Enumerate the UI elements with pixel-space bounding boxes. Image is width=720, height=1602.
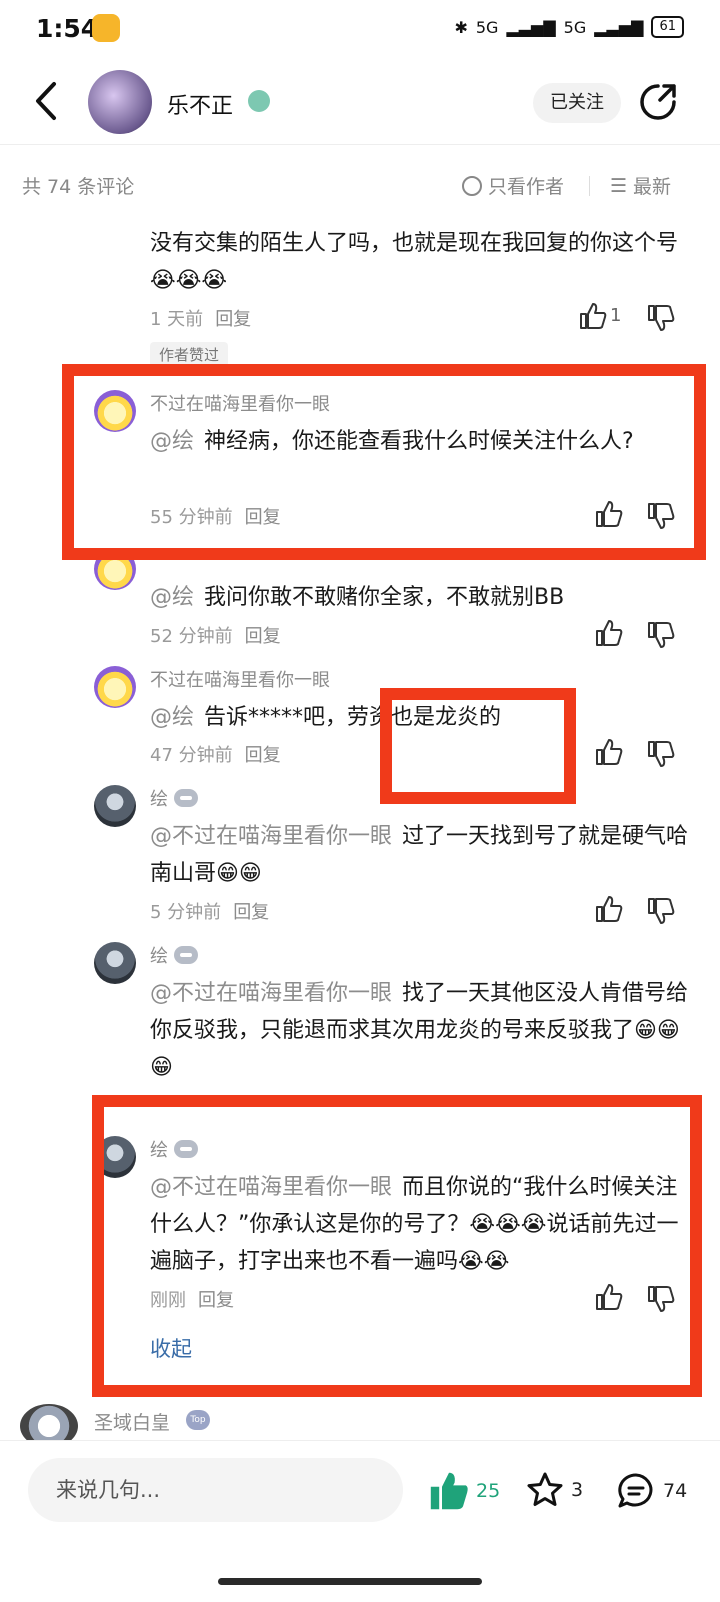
thumbs-down-icon[interactable] (646, 303, 676, 333)
mention-link[interactable]: @绘 (150, 585, 194, 610)
header-divider (0, 144, 720, 145)
avatar[interactable] (94, 666, 136, 708)
reply-time: 52 分钟前 (150, 626, 233, 647)
like-count: 1 (610, 305, 622, 326)
thumbs-up-icon[interactable] (578, 301, 608, 331)
battery-indicator: 61 (651, 16, 684, 38)
author-name[interactable]: 乐不正 (167, 88, 233, 120)
reply-username[interactable]: 绘 (150, 789, 168, 810)
thumbs-up-icon (430, 1472, 468, 1510)
author-only-toggle[interactable]: 只看作者 (462, 172, 564, 199)
app-notification-icon (92, 14, 120, 42)
comment-bubble-icon (618, 1473, 653, 1508)
annotation-box (92, 1095, 702, 1397)
mention-link[interactable]: @绘 (150, 705, 194, 730)
reply-item: 没有交集的陌生人了吗，也就是现在我回复的你这个号😭😭😭 1 天前 回复 1 (94, 225, 694, 355)
sort-lines-icon: ☰ (610, 174, 628, 197)
gamepad-icon (174, 946, 198, 964)
reply-meta: 5 分钟前 回复 (150, 898, 269, 924)
reply-button[interactable]: 回复 (215, 309, 251, 330)
avatar[interactable] (94, 942, 136, 984)
thumbs-up-icon[interactable] (594, 894, 624, 924)
author-avatar[interactable] (88, 70, 152, 134)
star-icon (527, 1472, 563, 1506)
signal-icon: 5G (475, 17, 499, 37)
reply-time: 47 分钟前 (150, 745, 233, 766)
reply-button[interactable]: 回复 (245, 745, 281, 766)
thumbs-down-icon[interactable] (646, 896, 676, 926)
reply-button[interactable]: 回复 (245, 626, 281, 647)
mention-link[interactable]: @不过在喵海里看你一眼 (150, 824, 392, 849)
thumbs-up-icon[interactable] (594, 737, 624, 767)
avatar[interactable] (94, 785, 136, 827)
reply-item: @绘 我问你敢不敢赌你全家，不敢就别BB 52 分钟前 回复 (94, 548, 694, 658)
comment-username[interactable]: 圣域白皇 (94, 1408, 170, 1435)
sort-divider (589, 176, 590, 196)
reply-button[interactable]: 回复 (233, 902, 269, 923)
thumbs-up-icon[interactable] (594, 618, 624, 648)
signal-bars-icon-2: ▂▃▅▇ (594, 17, 644, 37)
reply-username[interactable]: 不过在喵海里看你一眼 (150, 666, 330, 692)
back-button[interactable] (28, 78, 68, 124)
radio-icon (462, 175, 482, 196)
comments-button[interactable]: 74 (615, 1470, 687, 1512)
reply-item: 绘 @不过在喵海里看你一眼 找了一天其他区没人肯借号给你反驳我，只能退而求其次用龙… (94, 942, 694, 1112)
bluetooth-icon: ✱ (454, 17, 468, 37)
reply-content: 没有交集的陌生人了吗，也就是现在我回复的你这个号😭😭😭 (150, 231, 679, 293)
reply-content: @不过在喵海里看你一眼 找了一天其他区没人肯借号给你反驳我，只能退而求其次用龙炎的… (150, 975, 690, 1086)
reply-username-row: 绘 (150, 785, 198, 811)
favorite-count: 3 (571, 1479, 584, 1501)
like-count: 25 (476, 1480, 501, 1502)
reply-time: 5 分钟前 (150, 902, 222, 923)
like-button[interactable]: 25 (428, 1470, 500, 1512)
reply-username-row: 绘 (150, 942, 198, 968)
signal-bars-icon: ▂▃▅▇ (506, 17, 556, 37)
status-time: 1:54 (36, 14, 99, 43)
reply-text: 我问你敢不敢赌你全家，不敢就别BB (204, 585, 565, 610)
top-badge: Top (186, 1410, 210, 1430)
mention-link[interactable]: @不过在喵海里看你一眼 (150, 981, 392, 1006)
follow-button[interactable]: 已关注 (533, 83, 621, 123)
reply-content: @不过在喵海里看你一眼 过了一天找到号了就是硬气哈南山哥😁😁 (150, 818, 690, 892)
home-indicator[interactable] (218, 1578, 482, 1585)
thumbs-down-icon[interactable] (646, 620, 676, 650)
comments-count: 74 (663, 1480, 688, 1502)
reply-username[interactable]: 绘 (150, 946, 168, 967)
author-only-label: 只看作者 (488, 176, 565, 198)
sort-latest-button[interactable]: ☰ 最新 (610, 172, 671, 199)
reply-meta: 52 分钟前 回复 (150, 622, 281, 648)
comment-input[interactable]: 来说几句... (28, 1458, 403, 1522)
favorite-button[interactable]: 3 (525, 1470, 583, 1510)
status-indicators: ✱ 5G ▂▃▅▇ 5G ▂▃▅▇ 61 (454, 16, 684, 38)
annotation-box (62, 364, 706, 560)
author-level-badge-icon (248, 90, 270, 112)
reply-item: 绘 @不过在喵海里看你一眼 过了一天找到号了就是硬气哈南山哥😁😁 5 分钟前 回复 (94, 785, 694, 925)
status-bar: 1:54 ✱ 5G ▂▃▅▇ 5G ▂▃▅▇ 61 (0, 0, 720, 60)
reply-content: @绘 我问你敢不敢赌你全家，不敢就别BB (150, 579, 690, 616)
reply-meta: 47 分钟前 回复 (150, 741, 281, 767)
reply-time: 1 天前 (150, 309, 204, 330)
sort-latest-label: 最新 (633, 176, 672, 198)
gamepad-icon (174, 789, 198, 807)
thumbs-down-icon[interactable] (646, 739, 676, 769)
comment-count: 共 74 条评论 (22, 176, 135, 198)
reply-meta: 1 天前 回复 (150, 305, 251, 331)
share-button[interactable] (638, 82, 678, 122)
signal-icon-2: 5G (563, 17, 587, 37)
annotation-box (380, 688, 576, 804)
